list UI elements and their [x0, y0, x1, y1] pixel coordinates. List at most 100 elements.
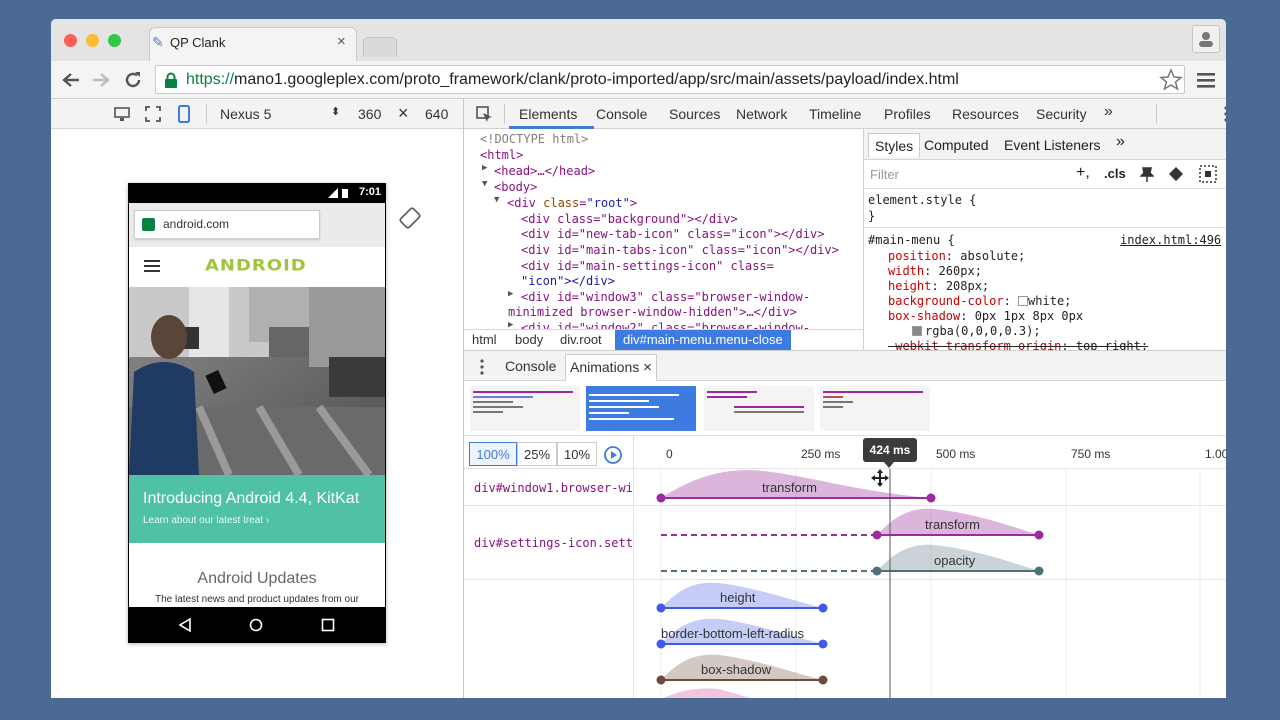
hamburger-icon[interactable] — [1197, 71, 1215, 89]
fullscreen-icon[interactable] — [145, 106, 161, 122]
tab-console[interactable]: Console — [596, 106, 647, 122]
device-width-input[interactable]: 360 — [358, 106, 381, 122]
minimize-window-button[interactable] — [86, 34, 99, 47]
tab-security[interactable]: Security — [1036, 106, 1087, 122]
tab-computed[interactable]: Computed — [924, 137, 989, 153]
more-tabs-icon[interactable]: » — [1116, 133, 1125, 151]
tab-network[interactable]: Network — [736, 106, 787, 122]
drawer-tab-animations[interactable]: Animations × — [565, 354, 657, 381]
css-prop-height[interactable]: height: 208px; — [888, 279, 989, 293]
element-style-selector[interactable]: element.style { — [868, 193, 976, 207]
nav-recents-icon[interactable] — [321, 618, 335, 632]
anim-height[interactable]: height — [720, 590, 755, 605]
rotate-icon[interactable] — [399, 207, 421, 229]
replay-icon[interactable] — [603, 445, 623, 465]
css-prop-transform-origin[interactable]: -webkit-transform-origin: top right; — [888, 339, 1148, 350]
html-node[interactable]: <html> — [480, 148, 523, 162]
tab-profiles[interactable]: Profiles — [884, 106, 931, 122]
zoom-window-button[interactable] — [108, 34, 121, 47]
tab-timeline[interactable]: Timeline — [809, 106, 861, 122]
main-settings-icon-node[interactable]: <div id="main-settings-icon" class= — [521, 259, 774, 273]
inspect-element-icon[interactable] — [476, 106, 493, 123]
animation-group-thumb[interactable] — [470, 386, 580, 431]
speed-25-button[interactable]: 25% — [517, 442, 557, 466]
color-swatch[interactable] — [912, 326, 922, 336]
kitkat-banner[interactable]: Introducing Android 4.4, KitKat Learn ab… — [129, 475, 385, 543]
desktop-icon[interactable] — [114, 106, 130, 122]
cls-button[interactable]: .cls — [1104, 166, 1126, 181]
css-prop-position[interactable]: position: absolute; — [888, 249, 1025, 263]
styles-filter-input[interactable]: Filter — [870, 167, 899, 182]
close-drawer-tab-icon[interactable]: × — [643, 359, 652, 376]
css-prop-background-color[interactable]: background-color: white; — [888, 294, 1071, 308]
tab-resources[interactable]: Resources — [952, 106, 1019, 122]
new-style-rule-button[interactable]: +, — [1076, 164, 1090, 182]
collapse-arrow-icon[interactable]: ▼ — [482, 179, 487, 189]
close-window-button[interactable] — [64, 34, 77, 47]
crumb-div-root[interactable]: div.root — [560, 332, 602, 347]
nav-home-icon[interactable] — [249, 618, 263, 632]
forward-arrow-icon[interactable] — [91, 71, 111, 89]
device-select[interactable]: Nexus 5 — [220, 106, 271, 122]
site-menu-icon[interactable] — [144, 259, 160, 273]
tab-elements[interactable]: Elements — [519, 106, 577, 122]
expand-arrow-icon[interactable]: ▶ — [508, 320, 513, 329]
css-prop-width[interactable]: width: 260px; — [888, 264, 982, 278]
animation-group-thumb[interactable] — [704, 386, 814, 431]
body-node[interactable]: <body> — [494, 180, 537, 194]
window2-node[interactable]: <div id="window2" class="browser-window- — [521, 321, 810, 329]
expand-arrow-icon[interactable]: ▶ — [508, 289, 513, 299]
nav-back-icon[interactable] — [178, 618, 192, 632]
expand-arrow-icon[interactable]: ▶ — [482, 163, 487, 173]
phone-url-field[interactable]: android.com — [134, 210, 320, 239]
drawer-tab-console[interactable]: Console — [505, 358, 556, 374]
animation-group-thumb[interactable] — [820, 386, 930, 431]
rule-selector[interactable]: #main-menu { — [868, 233, 955, 247]
scrubber-time[interactable]: 424 ms — [863, 438, 917, 462]
crumb-body[interactable]: body — [515, 332, 543, 347]
crumb-html[interactable]: html — [472, 332, 497, 347]
window3-node[interactable]: <div id="window3" class="browser-window- — [521, 290, 810, 304]
anim-opacity-settings[interactable]: opacity — [934, 553, 975, 568]
new-tab-button[interactable] — [363, 37, 397, 57]
anim-box-shadow[interactable]: box-shadow — [701, 662, 771, 677]
drawer-menu-icon[interactable] — [480, 359, 484, 375]
back-arrow-icon[interactable] — [61, 71, 81, 89]
color-format-icon[interactable] — [1168, 166, 1184, 182]
head-node[interactable]: <head>…</head> — [494, 164, 595, 178]
anim-border-bottom-left-radius[interactable]: border-bottom-left-radius — [661, 626, 804, 641]
speed-10-button[interactable]: 10% — [557, 442, 597, 466]
animation-group-thumb-selected[interactable] — [586, 386, 696, 431]
crumb-main-menu[interactable]: div#main-menu.menu-close — [615, 330, 791, 350]
anim-transform-window1[interactable]: transform — [762, 480, 817, 495]
doctype-node[interactable]: <!DOCTYPE html> — [480, 132, 588, 146]
css-prop-box-shadow[interactable]: box-shadow: 0px 1px 8px 0px — [888, 309, 1083, 323]
pin-icon[interactable] — [1140, 167, 1154, 183]
banner-link[interactable]: Learn about our latest treat › — [143, 515, 269, 526]
tab-sources[interactable]: Sources — [669, 106, 720, 122]
new-tab-icon-node[interactable]: <div id="new-tab-icon" class="icon"></di… — [521, 227, 824, 241]
tab-close-icon[interactable]: × — [337, 33, 346, 50]
star-icon[interactable] — [1159, 68, 1183, 92]
tab-event-listeners[interactable]: Event Listeners — [1004, 137, 1101, 153]
main-tabs-icon-node[interactable]: <div id="main-tabs-icon" class="icon"></… — [521, 243, 839, 257]
box-model-icon[interactable] — [1199, 165, 1217, 183]
background-div-node[interactable]: <div class="background"></div> — [521, 212, 738, 226]
collapse-arrow-icon[interactable]: ▼ — [494, 195, 499, 205]
mobile-device-icon[interactable] — [178, 105, 190, 123]
anim-transform-settings[interactable]: transform — [925, 517, 980, 532]
reload-icon[interactable] — [123, 70, 143, 90]
speed-100-button[interactable]: 100% — [469, 442, 517, 466]
more-tabs-icon[interactable]: » — [1104, 103, 1113, 121]
profile-button[interactable] — [1192, 25, 1220, 53]
browser-tab[interactable]: ✎ QP Clank × — [149, 27, 357, 61]
tab-styles[interactable]: Styles — [868, 133, 921, 157]
animated-node-settings-icon[interactable]: div#settings-icon.sett — [464, 536, 634, 550]
animated-node-window1[interactable]: div#window1.browser-wi — [464, 481, 634, 495]
rule-source-link[interactable]: index.html:496 — [1120, 233, 1221, 247]
url-bar[interactable]: https://mano1.googleplex.com/proto_frame… — [155, 65, 1185, 94]
kebab-menu-icon[interactable] — [1224, 106, 1226, 122]
color-swatch[interactable] — [1018, 296, 1029, 306]
device-height-input[interactable]: 640 — [425, 106, 448, 122]
root-div-node[interactable]: <div class="root"> — [507, 196, 637, 210]
